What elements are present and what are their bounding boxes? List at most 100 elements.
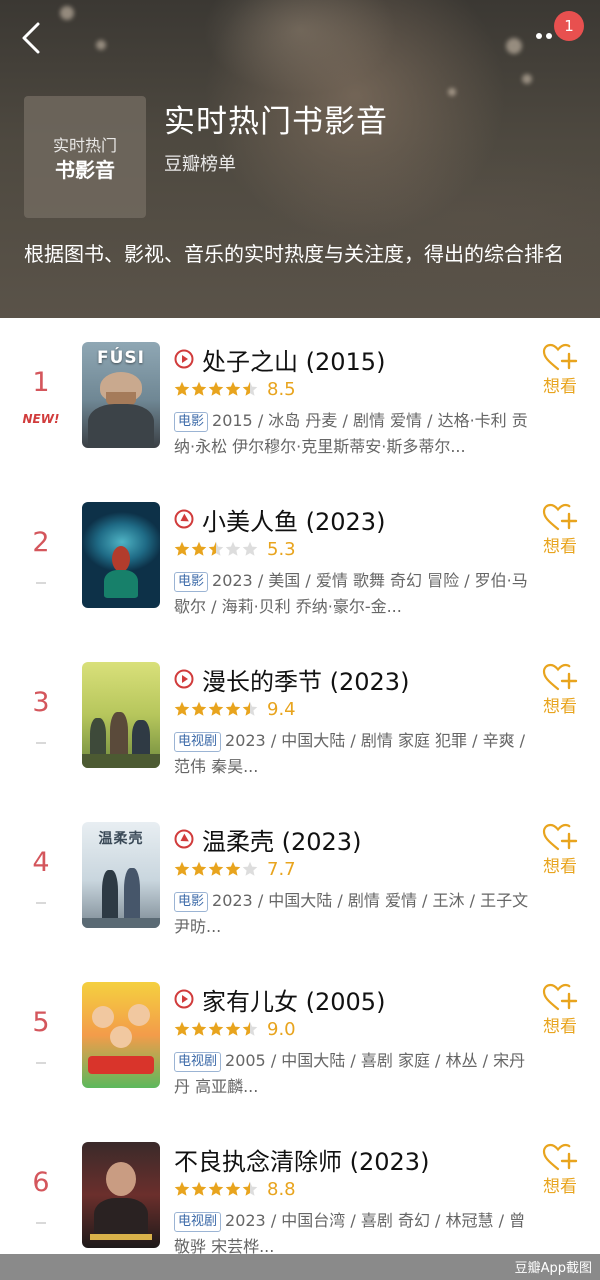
rank-dash-icon: [36, 581, 46, 584]
want-to-watch-button[interactable]: 想看: [536, 1142, 584, 1204]
star-full-icon: [225, 701, 241, 716]
poster-image[interactable]: [82, 982, 160, 1088]
rank-tag: [0, 888, 82, 907]
rating-row: 9.0: [174, 1016, 296, 1042]
star-full-icon: [191, 381, 207, 396]
rating-row: 8.5: [174, 376, 296, 402]
poster-image[interactable]: [82, 662, 160, 768]
more-dots-icon: [536, 33, 542, 39]
rank-number: 4: [32, 847, 50, 878]
page-header: 1 实时热门 书影音 实时热门书影音 豆瓣榜单 根据图书、影视、音乐的实时热度与…: [0, 0, 600, 318]
poster-image[interactable]: 温柔壳: [82, 822, 160, 928]
item-title-row[interactable]: 处子之山 (2015): [174, 342, 385, 376]
list-item[interactable]: 4 温柔壳 温柔壳 (2023) 7.7 电影 2023 / 中国大陆 / 剧情 …: [0, 798, 600, 958]
notification-badge[interactable]: 1: [554, 11, 584, 41]
want-label: 想看: [543, 1177, 577, 1197]
screenshot-watermark: 豆瓣App截图: [514, 1261, 592, 1276]
poster-image[interactable]: [82, 1142, 160, 1248]
item-title: 不良执念清除师 (2023): [174, 1147, 430, 1176]
item-title-row[interactable]: 家有儿女 (2005): [174, 982, 385, 1016]
star-full-icon: [191, 1181, 207, 1196]
rating-score: 9.0: [267, 1018, 296, 1040]
star-full-icon: [208, 1181, 224, 1196]
want-label: 想看: [543, 377, 577, 397]
rating-score: 5.3: [267, 538, 296, 560]
star-full-icon: [225, 861, 241, 876]
rating-row: 7.7: [174, 856, 296, 882]
new-badge: NEW!: [22, 412, 60, 426]
want-to-watch-button[interactable]: 想看: [536, 342, 584, 404]
rank-dash-icon: [36, 741, 46, 744]
item-title-row[interactable]: 漫长的季节 (2023): [174, 662, 409, 696]
rating-score: 8.8: [267, 1178, 296, 1200]
meta-text: 2015 / 冰岛 丹麦 / 剧情 爱情 / 达格·卡利 贡纳·永松 伊尔穆尔·…: [174, 411, 528, 456]
item-title: 漫长的季节 (2023): [202, 667, 410, 696]
meta-text: 2023 / 美国 / 爱情 歌舞 奇幻 冒险 / 罗伯·马歇尔 / 海莉·贝利…: [174, 571, 528, 616]
item-meta: 电影 2015 / 冰岛 丹麦 / 剧情 爱情 / 达格·卡利 贡纳·永松 伊尔穆…: [174, 408, 536, 460]
star-half-icon: [242, 381, 258, 396]
heart-plus-icon: [542, 503, 578, 531]
heart-plus-icon: [542, 1143, 578, 1171]
star-half-icon: [242, 1181, 258, 1196]
list-item[interactable]: 1 NEW! FÚSI 处子之山 (2015) 8.5 电影 2015 / 冰岛 …: [0, 318, 600, 478]
poster-title: FÚSI: [97, 348, 145, 368]
star-full-icon: [191, 701, 207, 716]
rank-tag: NEW!: [0, 408, 82, 427]
star-full-icon: [225, 1181, 241, 1196]
item-title: 小美人鱼 (2023): [202, 507, 386, 536]
star-full-icon: [174, 861, 190, 876]
rating-row: 8.8: [174, 1176, 296, 1202]
star-full-icon: [191, 1021, 207, 1036]
star-empty-icon: [242, 541, 258, 556]
want-to-watch-button[interactable]: 想看: [536, 502, 584, 564]
item-title-row[interactable]: 小美人鱼 (2023): [174, 502, 385, 536]
want-to-watch-button[interactable]: 想看: [536, 982, 584, 1044]
rank-number: 6: [32, 1167, 50, 1198]
back-button[interactable]: [16, 16, 56, 60]
background-light: [506, 38, 522, 54]
item-title: 家有儿女 (2005): [202, 987, 386, 1016]
douban-play-icon: [174, 829, 194, 849]
star-full-icon: [225, 1021, 241, 1036]
star-full-icon: [174, 1181, 190, 1196]
list-item[interactable]: 2 小美人鱼 (2023) 5.3 电影 2023 / 美国 / 爱情 歌舞 奇幻…: [0, 478, 600, 638]
background-light: [448, 88, 456, 96]
star-full-icon: [174, 541, 190, 556]
rating-row: 5.3: [174, 536, 296, 562]
rank-number: 1: [32, 367, 50, 398]
type-badge: 电影: [174, 572, 209, 592]
background-light: [96, 40, 106, 50]
rank-number: 5: [32, 1007, 50, 1038]
chevron-left-icon: [22, 22, 40, 54]
list-cover-tile: 实时热门 书影音: [24, 96, 146, 218]
star-full-icon: [174, 381, 190, 396]
want-to-watch-button[interactable]: 想看: [536, 822, 584, 884]
poster-image[interactable]: [82, 502, 160, 608]
play-circle-icon: [174, 989, 194, 1009]
rank-dash-icon: [36, 1061, 46, 1064]
want-label: 想看: [543, 1017, 577, 1037]
star-full-icon: [208, 861, 224, 876]
item-title-row[interactable]: 不良执念清除师 (2023): [174, 1142, 429, 1176]
page-title: 实时热门书影音: [164, 104, 388, 140]
meta-text: 2023 / 中国大陆 / 剧情 家庭 犯罪 / 辛爽 / 范伟 秦昊...: [174, 731, 526, 776]
type-badge: 电视剧: [174, 732, 222, 752]
list-item[interactable]: 3 漫长的季节 (2023) 9.4 电视剧 2023 / 中国大陆 / 剧情 家…: [0, 638, 600, 798]
rank-tag: [0, 1208, 82, 1227]
more-dots-icon: [546, 33, 552, 39]
type-badge: 电视剧: [174, 1212, 222, 1232]
rank-dash-icon: [36, 901, 46, 904]
star-half-icon: [242, 1021, 258, 1036]
screenshot-watermark-bar: 豆瓣App截图: [0, 1254, 600, 1280]
item-title-row[interactable]: 温柔壳 (2023): [174, 822, 361, 856]
item-meta: 电视剧 2005 / 中国大陆 / 喜剧 家庭 / 林丛 / 宋丹丹 高亚麟...: [174, 1048, 536, 1100]
item-meta: 电视剧 2023 / 中国大陆 / 剧情 家庭 犯罪 / 辛爽 / 范伟 秦昊..…: [174, 728, 536, 780]
want-to-watch-button[interactable]: 想看: [536, 662, 584, 724]
item-title: 温柔壳 (2023): [202, 827, 362, 856]
list-item[interactable]: 5 家有儿女 (2005) 9.0 电视剧 2005 / 中国大陆 / 喜剧 家庭…: [0, 958, 600, 1118]
rating-score: 7.7: [267, 858, 296, 880]
poster-title: 温柔壳: [98, 831, 144, 847]
type-badge: 电影: [174, 892, 209, 912]
heart-plus-icon: [542, 823, 578, 851]
poster-image[interactable]: FÚSI: [82, 342, 160, 448]
